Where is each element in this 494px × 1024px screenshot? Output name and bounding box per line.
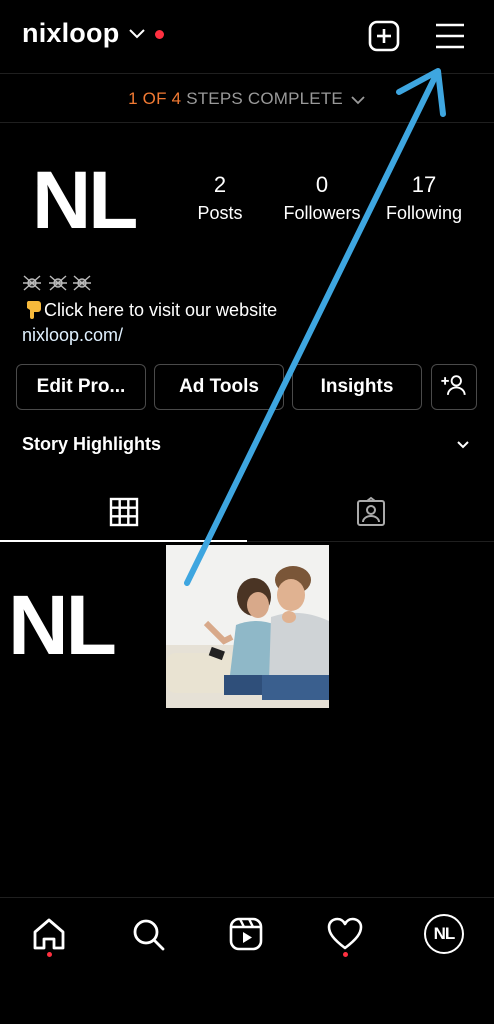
setup-progress[interactable]: 1 OF 4 STEPS COMPLETE	[0, 75, 494, 123]
chevron-down-icon[interactable]	[455, 439, 471, 451]
ad-tools-button[interactable]: Ad Tools	[154, 364, 284, 410]
new-post-icon[interactable]	[368, 20, 400, 52]
steps-label: STEPS COMPLETE	[186, 89, 343, 108]
home-notification-dot	[47, 952, 52, 957]
profile-avatar[interactable]: NL	[32, 160, 138, 242]
post-logo-text: NL	[8, 578, 117, 672]
posts-stat[interactable]: 2 Posts	[170, 172, 270, 228]
chevron-down-icon[interactable]	[127, 26, 147, 40]
steps-count: 1 OF 4	[128, 89, 182, 108]
couple-photo-image	[166, 545, 329, 708]
tagged-person-icon	[357, 496, 385, 526]
account-switcher[interactable]: nixloop	[22, 18, 119, 49]
discover-people-button[interactable]	[431, 364, 477, 410]
edit-profile-button[interactable]: Edit Pro...	[16, 364, 146, 410]
following-count: 17	[411, 172, 437, 197]
bio-line-text: Click here to visit our website	[44, 300, 278, 320]
spider-emoji-icon	[23, 275, 91, 291]
posts-count: 2	[213, 172, 227, 197]
followers-stat[interactable]: 0 Followers	[272, 172, 372, 228]
notification-dot	[155, 30, 164, 39]
following-label: Following	[385, 203, 463, 223]
pointing-down-emoji-icon	[26, 301, 41, 319]
bio-text: Click here to visit our website	[22, 297, 277, 323]
posts-label: Posts	[197, 203, 243, 223]
followers-label: Followers	[283, 203, 361, 223]
home-icon[interactable]	[29, 914, 69, 954]
reels-icon[interactable]	[226, 914, 266, 954]
top-bar: nixloop	[0, 0, 494, 74]
followers-count: 0	[315, 172, 329, 197]
insights-button[interactable]: Insights	[292, 364, 422, 410]
post-thumbnail[interactable]: NL	[0, 545, 163, 708]
website-link[interactable]: nixloop.com/	[22, 322, 123, 348]
activity-notification-dot	[343, 952, 348, 957]
following-stat[interactable]: 17 Following	[374, 172, 474, 228]
add-person-icon	[441, 375, 466, 396]
tab-tagged[interactable]	[247, 488, 494, 542]
post-thumbnail[interactable]	[166, 545, 329, 708]
search-icon[interactable]	[128, 914, 168, 954]
menu-icon[interactable]	[433, 20, 467, 52]
bottom-navigation: NL	[0, 897, 494, 1024]
chevron-down-icon	[351, 95, 365, 104]
profile-avatar-tab[interactable]: NL	[424, 914, 464, 954]
tab-posts-grid[interactable]	[0, 488, 247, 542]
story-highlights-label[interactable]: Story Highlights	[22, 434, 161, 455]
grid-icon	[109, 497, 139, 527]
heart-icon[interactable]	[325, 914, 365, 954]
